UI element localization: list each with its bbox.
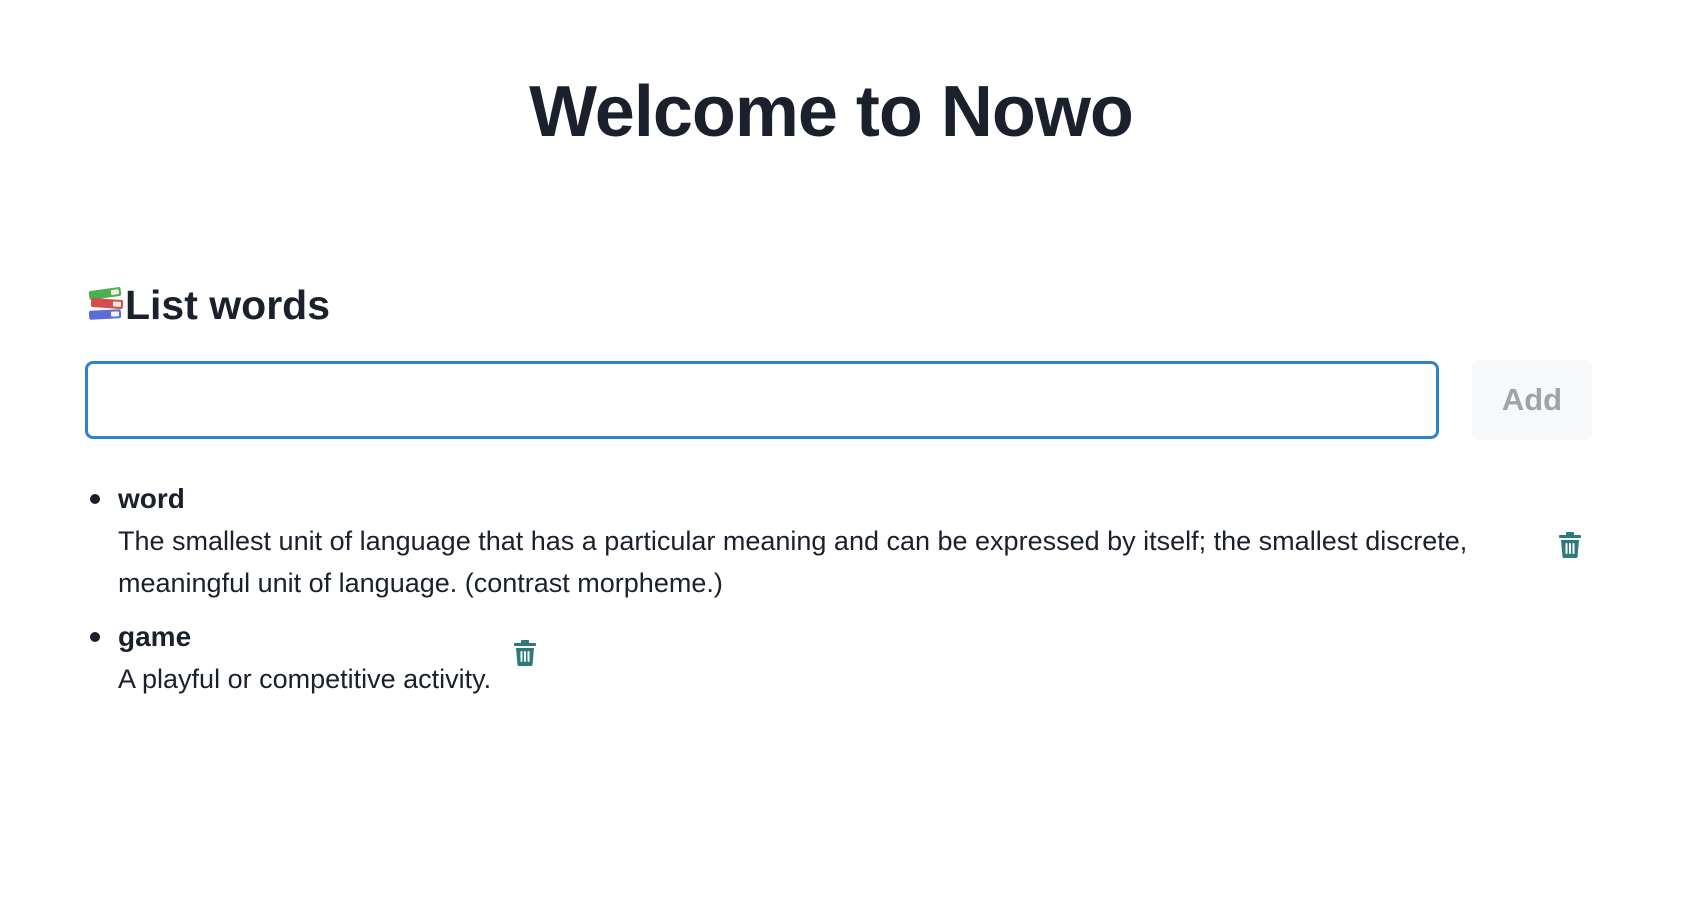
trash-icon xyxy=(514,640,537,666)
word-definition: The smallest unit of language that has a… xyxy=(118,526,1468,598)
books-icon xyxy=(87,286,125,324)
word-definition: A playful or competitive activity. xyxy=(118,664,492,694)
word-input[interactable] xyxy=(85,361,1439,439)
bullet xyxy=(90,494,100,504)
add-button[interactable]: Add xyxy=(1472,360,1592,440)
page: Welcome to Nowo List words Add word The … xyxy=(0,0,1702,918)
list-item: game A playful or competitive activity. xyxy=(0,616,1702,700)
list-words-heading: List words xyxy=(87,280,330,330)
list-item: word The smallest unit of language that … xyxy=(0,478,1702,604)
book-red xyxy=(90,297,124,310)
word-term: game xyxy=(118,621,192,652)
delete-word-button[interactable] xyxy=(1556,530,1584,560)
word-row: A playful or competitive activity. xyxy=(118,640,1702,700)
bullet xyxy=(90,632,100,642)
word-list: word The smallest unit of language that … xyxy=(0,478,1702,712)
word-term: word xyxy=(118,483,185,514)
book-blue xyxy=(88,309,122,320)
delete-word-button[interactable] xyxy=(511,638,539,668)
trash-icon xyxy=(1559,532,1581,558)
page-title: Welcome to Nowo xyxy=(529,72,1134,152)
list-words-heading-label: List words xyxy=(125,282,331,328)
